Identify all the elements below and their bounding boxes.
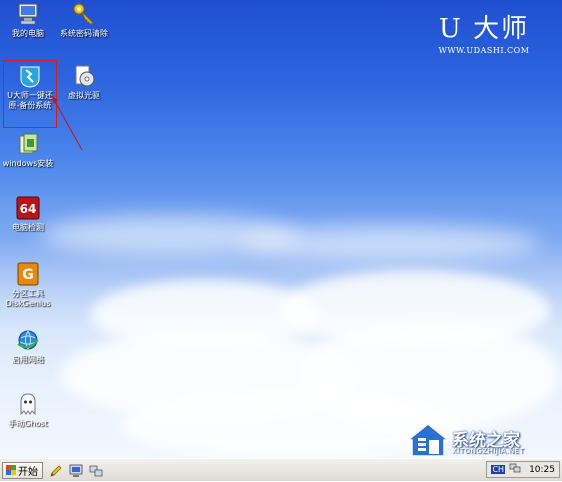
desktop-icon-password-clear[interactable]: 系统密码清除 [54, 2, 114, 39]
icon-label: windows安装 [2, 159, 54, 168]
desktop: U 大师 WWW.UDASHI.COM 我的电脑 系统密码清除 U大师一键还原-… [0, 0, 562, 458]
icon-label: 电脑检测 [12, 223, 44, 232]
desktop-icon-virtual-cd[interactable]: 虚拟光驱 [54, 64, 114, 101]
hardware-check-icon: 64 [16, 196, 40, 220]
brand-url: WWW.UDASHI.COM [438, 46, 530, 55]
virtual-cd-icon [72, 64, 96, 88]
key-icon [72, 2, 96, 26]
desktop-icon-ghost[interactable]: 手动Ghost [0, 392, 58, 429]
icon-label: 手动Ghost [8, 419, 48, 428]
brand-logo: U 大师 [438, 14, 530, 44]
ghost-icon [16, 392, 40, 416]
icon-label: 虚拟光驱 [68, 91, 100, 100]
icon-label: 我的电脑 [12, 29, 44, 38]
selection-highlight-box [3, 60, 57, 128]
desktop-icon-my-computer[interactable]: 我的电脑 [0, 2, 58, 39]
my-computer-icon [16, 2, 40, 26]
icon-label: 系统密码清除 [60, 29, 108, 38]
windows-logo-icon [6, 465, 16, 475]
network-icon [16, 328, 40, 352]
input-language-indicator[interactable]: CH [491, 465, 506, 474]
cloud [240, 225, 540, 261]
desktop-icon-windows-setup[interactable]: windows安装 [0, 132, 58, 169]
icon-label: 启用网络 [12, 355, 44, 364]
watermark: 系统之家 XITONGZHIJIA.NET [404, 420, 560, 458]
desktop-icon-hardware-check[interactable]: 64 电脑检测 [0, 196, 58, 233]
watermark-url: XITONGZHIJIA.NET [452, 447, 525, 455]
desktop-icon-network[interactable]: 启用网络 [0, 328, 58, 365]
hardware-check-badge: 64 [20, 202, 37, 216]
start-button[interactable]: 开始 [2, 461, 43, 479]
windows-setup-icon [16, 132, 40, 156]
house-logo-icon [405, 423, 450, 457]
taskbar: 开始 CH 10:25 [0, 458, 562, 481]
start-label: 开始 [18, 466, 38, 478]
tray-clock[interactable]: 10:25 [529, 465, 555, 475]
tray-network-icon[interactable] [509, 462, 521, 477]
quicklaunch-monitor-icon[interactable] [69, 463, 83, 477]
quicklaunch-pencil-icon[interactable] [49, 463, 63, 477]
icon-label: 分区工具 [12, 289, 44, 298]
diskgenius-icon: G [16, 262, 40, 286]
svg-text:G: G [22, 267, 34, 283]
icon-label-secondary: DiskGenius [5, 299, 51, 308]
system-tray: CH 10:25 [486, 461, 560, 478]
udashi-brand: U 大师 WWW.UDASHI.COM [434, 14, 534, 55]
quicklaunch-network-icon[interactable] [89, 463, 103, 477]
desktop-icon-diskgenius[interactable]: G 分区工具 DiskGenius [0, 262, 58, 309]
